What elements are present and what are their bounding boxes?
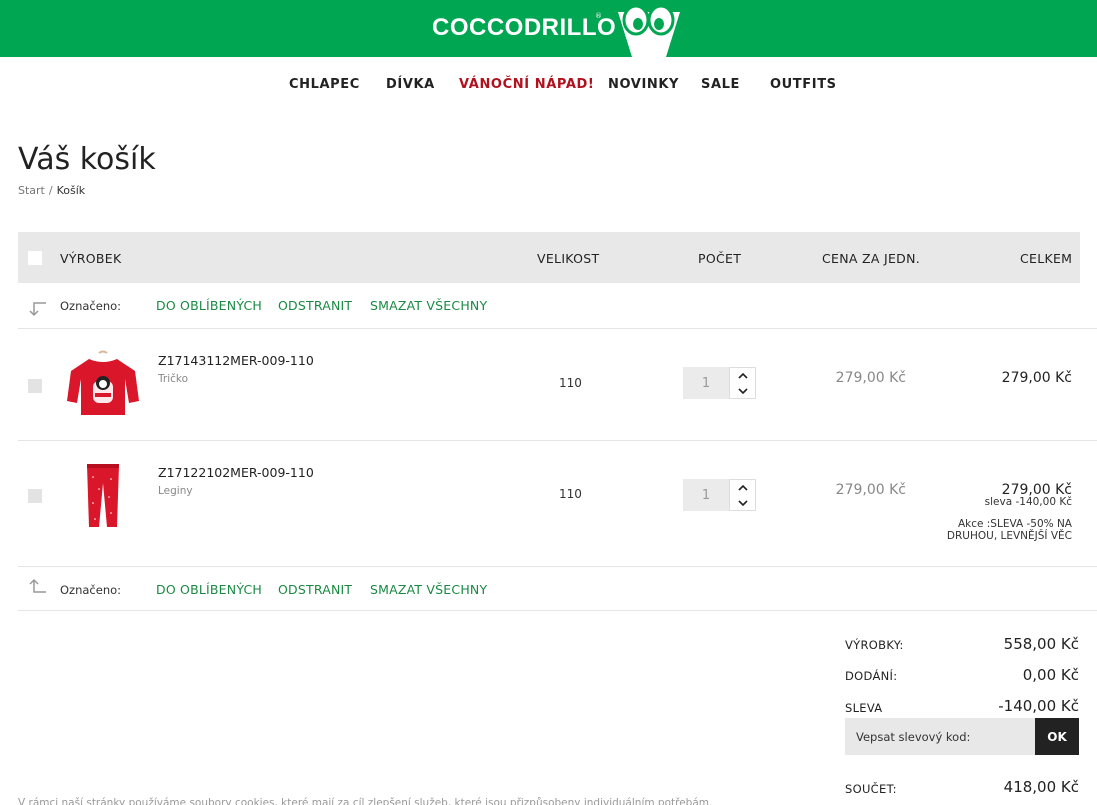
bulk-actions-top: Označeno: DO OBLÍBENÝCH ODSTRANIT SMAZAT… bbox=[18, 283, 1097, 329]
nav-item-chlapec[interactable]: CHLAPEC bbox=[289, 77, 360, 92]
quantity-buttons bbox=[729, 479, 756, 511]
registered-mark: ® bbox=[595, 12, 602, 20]
select-all-checkbox[interactable] bbox=[28, 251, 42, 265]
chevron-down-icon[interactable] bbox=[730, 495, 755, 510]
product-name: Tričko bbox=[158, 373, 189, 385]
row-checkbox[interactable] bbox=[28, 489, 42, 503]
product-image-tshirt[interactable] bbox=[63, 349, 143, 419]
coupon-form: OK bbox=[845, 718, 1079, 755]
chevron-down-icon[interactable] bbox=[730, 383, 755, 398]
summary-delivery-value: 0,00 Kč bbox=[1022, 666, 1079, 684]
delete-all-link[interactable]: SMAZAT VŠECHNY bbox=[370, 298, 487, 313]
chevron-up-icon[interactable] bbox=[730, 368, 755, 383]
product-image-leggings[interactable] bbox=[73, 461, 133, 529]
summary-discount-label: SLEVA bbox=[845, 701, 883, 715]
bulk-actions-bottom: Označeno: DO OBLÍBENÝCH ODSTRANIT SMAZAT… bbox=[18, 567, 1097, 611]
unit-price: 279,00 Kč bbox=[835, 482, 906, 498]
delete-all-link[interactable]: SMAZAT VŠECHNY bbox=[370, 582, 487, 597]
brand-logo[interactable]: COCCODRILLO bbox=[432, 14, 616, 42]
product-size: 110 bbox=[559, 487, 582, 501]
summary-delivery-label: DODÁNÍ: bbox=[845, 669, 898, 683]
row-total: 279,00 Kč bbox=[1001, 370, 1072, 386]
breadcrumb-separator: / bbox=[48, 184, 53, 197]
header-product: VÝROBEK bbox=[60, 251, 122, 266]
remove-link[interactable]: ODSTRANIT bbox=[278, 298, 352, 313]
chevron-up-icon[interactable] bbox=[730, 480, 755, 495]
quantity-buttons bbox=[729, 367, 756, 399]
quantity-stepper bbox=[683, 479, 756, 511]
product-size: 110 bbox=[559, 376, 582, 390]
nav-item-vanocni-napad[interactable]: VÁNOČNÍ NÁPAD! bbox=[459, 77, 594, 92]
arrow-up-left-icon bbox=[29, 578, 46, 593]
header-total: CELKEM bbox=[1020, 251, 1073, 266]
summary-products-value: 558,00 Kč bbox=[1003, 635, 1079, 653]
header-unit-price: CENA ZA JEDN. bbox=[822, 251, 921, 266]
main-nav: CHLAPEC DÍVKA VÁNOČNÍ NÁPAD! NOVINKY SAL… bbox=[0, 57, 1097, 112]
quantity-input[interactable] bbox=[683, 479, 729, 511]
nav-item-divka[interactable]: DÍVKA bbox=[386, 77, 435, 92]
cart-table-header: VÝROBEK VELIKOST POČET CENA ZA JEDN. CEL… bbox=[18, 232, 1080, 283]
page-title: Váš košík bbox=[18, 142, 156, 177]
row-discount: sleva -140,00 Kč bbox=[984, 496, 1072, 508]
breadcrumb: Start / Košík bbox=[18, 184, 85, 197]
nav-item-sale[interactable]: SALE bbox=[701, 77, 740, 92]
coupon-input[interactable] bbox=[845, 718, 1035, 755]
unit-price: 279,00 Kč bbox=[835, 370, 906, 386]
cookie-notice: V rámci naší stránky používáme soubory c… bbox=[18, 797, 713, 805]
header-bar: COCCODRILLO ® bbox=[0, 0, 1097, 57]
coupon-ok-button[interactable]: OK bbox=[1035, 718, 1079, 755]
selected-label: Označeno: bbox=[60, 583, 122, 597]
arrow-down-left-icon bbox=[29, 302, 46, 317]
header-quantity: POČET bbox=[698, 251, 742, 266]
product-code[interactable]: Z17143112MER-009-110 bbox=[158, 353, 314, 368]
promo-note: Akce :SLEVA -50% NA DRUHOU, LEVNĚJŠÍ VĚC bbox=[946, 518, 1072, 542]
nav-item-outfits[interactable]: OUTFITS bbox=[770, 77, 837, 92]
selected-label: Označeno: bbox=[60, 299, 122, 313]
breadcrumb-start[interactable]: Start bbox=[18, 184, 45, 197]
product-code[interactable]: Z17122102MER-009-110 bbox=[158, 465, 314, 480]
product-name: Leginy bbox=[158, 485, 193, 497]
row-checkbox[interactable] bbox=[28, 379, 42, 393]
remove-link[interactable]: ODSTRANIT bbox=[278, 582, 352, 597]
table-row: Z17122102MER-009-110 Leginy 110 279,00 K… bbox=[18, 441, 1097, 567]
summary-discount-value: -140,00 Kč bbox=[998, 697, 1079, 715]
quantity-stepper bbox=[683, 367, 756, 399]
crocodile-eyes-logo-icon[interactable] bbox=[614, 4, 684, 57]
summary-products-label: VÝROBKY: bbox=[845, 638, 904, 652]
table-row: Z17143112MER-009-110 Tričko 110 279,00 K… bbox=[18, 329, 1097, 441]
quantity-input[interactable] bbox=[683, 367, 729, 399]
add-to-favorites-link[interactable]: DO OBLÍBENÝCH bbox=[156, 298, 262, 313]
nav-item-novinky[interactable]: NOVINKY bbox=[608, 77, 679, 92]
header-size: VELIKOST bbox=[537, 251, 600, 266]
breadcrumb-current: Košík bbox=[56, 184, 86, 197]
summary-total-label: SOUČET: bbox=[845, 782, 897, 796]
summary-total-value: 418,00 Kč bbox=[1003, 778, 1079, 796]
add-to-favorites-link[interactable]: DO OBLÍBENÝCH bbox=[156, 582, 262, 597]
